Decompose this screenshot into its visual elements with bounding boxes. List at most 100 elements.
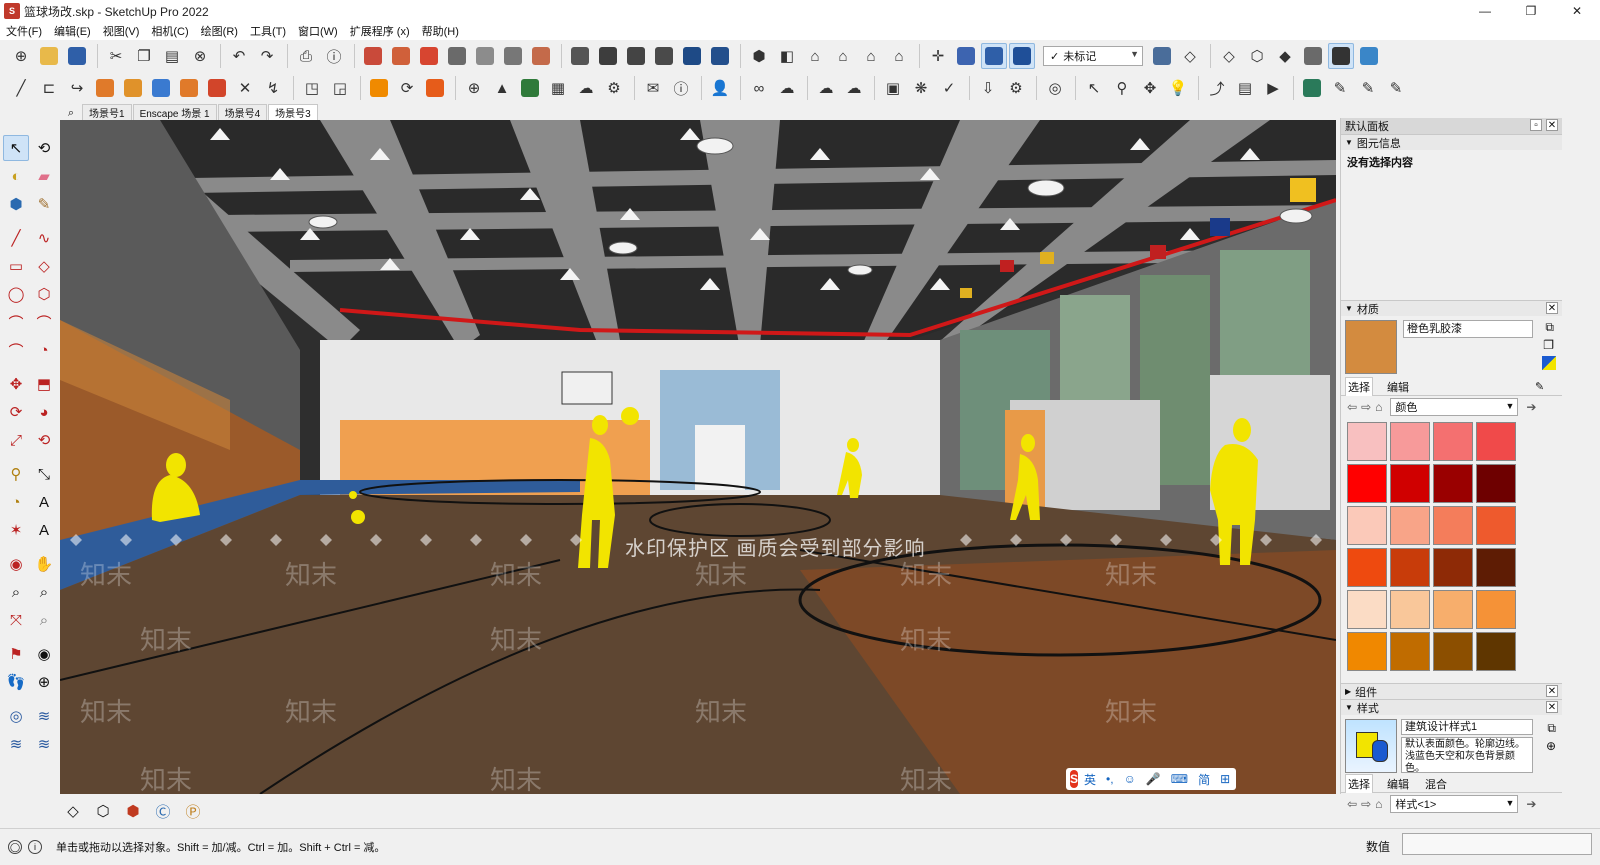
arc-2pt-icon[interactable]: ⌒ xyxy=(31,309,57,335)
material-swatch[interactable] xyxy=(1433,590,1473,629)
download-icon[interactable]: ⇩ xyxy=(975,75,1001,101)
enscape-start-icon[interactable] xyxy=(366,75,392,101)
plugin-h-icon[interactable]: ◳ xyxy=(299,75,325,101)
cloud-upload-icon[interactable]: ☁ xyxy=(841,75,867,101)
home-icon[interactable]: ⌂ xyxy=(1375,797,1382,811)
scene-tab-4[interactable]: 场景号4 xyxy=(217,104,268,120)
sandbox-d-icon[interactable]: ≋ xyxy=(31,731,57,757)
enscape-view-icon[interactable] xyxy=(422,75,448,101)
checker-icon[interactable]: ▦ xyxy=(545,75,571,101)
axes-icon[interactable]: ✛ xyxy=(925,43,951,69)
print-icon[interactable]: ⎙ xyxy=(293,43,319,69)
material-swatch[interactable] xyxy=(1433,422,1473,461)
iso-view-icon[interactable]: ⬢ xyxy=(746,43,772,69)
default-material-icon[interactable] xyxy=(1542,356,1556,370)
cloud-sync-icon[interactable]: ☁ xyxy=(813,75,839,101)
tag-tool-icon[interactable]: ✎ xyxy=(31,191,57,217)
menu-camera[interactable]: 相机(C) xyxy=(151,23,188,39)
create-material-icon[interactable]: ❐ xyxy=(1543,338,1554,352)
plugin-d-icon[interactable] xyxy=(176,75,202,101)
previous-view-icon[interactable]: ⌕ xyxy=(31,607,57,633)
plugin-a-icon[interactable] xyxy=(92,75,118,101)
details-arrow-icon[interactable]: ➔ xyxy=(1526,400,1536,414)
close-icon[interactable]: ✕ xyxy=(1546,302,1558,314)
material-swatch[interactable] xyxy=(1390,590,1430,629)
circle-icon[interactable]: ◯ xyxy=(3,281,29,307)
close-button[interactable]: ✕ xyxy=(1554,0,1600,22)
material-swatch[interactable] xyxy=(1476,422,1516,461)
section-cut-icon[interactable] xyxy=(472,43,498,69)
style-4-icon[interactable]: ⬡ xyxy=(1244,43,1270,69)
menu-view[interactable]: 视图(V) xyxy=(103,23,140,39)
offset-icon[interactable]: ⟲ xyxy=(31,427,57,453)
left-view-icon[interactable]: ⌂ xyxy=(886,43,912,69)
c-plugin-icon[interactable]: Ⓒ xyxy=(150,798,176,824)
line-icon[interactable]: ╱ xyxy=(3,225,29,251)
close-icon[interactable]: ✕ xyxy=(1546,119,1558,131)
back-arrow-icon[interactable]: ⇦ xyxy=(1347,797,1357,811)
plugin-e-icon[interactable] xyxy=(204,75,230,101)
menu-window[interactable]: 窗口(W) xyxy=(298,23,338,39)
sample-paint-icon[interactable]: ✎ xyxy=(1533,379,1546,394)
section-fill-icon[interactable] xyxy=(500,43,526,69)
orbit-icon[interactable]: ◉ xyxy=(3,551,29,577)
hidden-line-icon[interactable] xyxy=(679,43,705,69)
back-edges-icon[interactable] xyxy=(623,43,649,69)
gear-icon[interactable]: ⚙ xyxy=(1003,75,1029,101)
home-icon[interactable]: ⌂ xyxy=(1375,400,1382,414)
material-swatch[interactable] xyxy=(1476,506,1516,545)
material-swatch[interactable] xyxy=(1390,506,1430,545)
model-info-icon[interactable]: ⓘ xyxy=(321,43,347,69)
cloud-icon[interactable]: ☁ xyxy=(774,75,800,101)
material-swatch[interactable] xyxy=(1476,548,1516,587)
style-thumbnail[interactable] xyxy=(1345,719,1397,773)
fog-icon[interactable] xyxy=(1009,43,1035,69)
paint-bucket-icon[interactable]: ◐ xyxy=(3,163,29,189)
close-icon[interactable]: ✕ xyxy=(1546,685,1558,697)
menu-edit[interactable]: 编辑(E) xyxy=(54,23,91,39)
pipe-icon[interactable]: ⚲ xyxy=(1109,75,1135,101)
erase-icon[interactable]: ⊗ xyxy=(187,43,213,69)
light-icon[interactable]: 💡 xyxy=(1165,75,1191,101)
ime-apps-icon[interactable]: ⊞ xyxy=(1220,772,1230,786)
follow-me-icon[interactable]: ↪ xyxy=(64,75,90,101)
guides-icon[interactable] xyxy=(953,43,979,69)
chrome-icon[interactable]: ◎ xyxy=(1042,75,1068,101)
scene-tab-3[interactable]: 场景号3 xyxy=(268,104,318,120)
ime-voice-icon[interactable]: 🎤 xyxy=(1146,772,1161,786)
pie-icon[interactable]: ◔ xyxy=(31,337,57,363)
tool-c-icon[interactable]: ▶ xyxy=(1260,75,1286,101)
new-file-icon[interactable]: ⊕ xyxy=(8,43,34,69)
pan-icon[interactable]: ✋ xyxy=(31,551,57,577)
styles-select-tab[interactable]: 选择 xyxy=(1345,774,1373,793)
material-swatch[interactable] xyxy=(1476,590,1516,629)
undo-icon[interactable]: ↶ xyxy=(226,43,252,69)
details-arrow-icon[interactable]: ➔ xyxy=(1526,797,1536,811)
move-icon[interactable]: ✥ xyxy=(1137,75,1163,101)
style-7-icon[interactable] xyxy=(1328,43,1354,69)
info-icon[interactable]: i xyxy=(28,840,42,854)
materials-select-tab[interactable]: 选择 xyxy=(1345,377,1373,396)
zoom-window-icon[interactable]: ⌕ xyxy=(31,579,57,605)
update-style-icon[interactable]: ⧉ xyxy=(1547,721,1556,736)
push-pull-icon[interactable]: ⬒ xyxy=(31,371,57,397)
enscape-sync-icon[interactable]: ⟳ xyxy=(394,75,420,101)
mail-icon[interactable]: ✉ xyxy=(640,75,666,101)
tool-f-icon[interactable]: ✎ xyxy=(1355,75,1381,101)
styles-library-select[interactable]: 样式<1> ▼ xyxy=(1390,795,1519,813)
arc-icon[interactable]: ⌒ xyxy=(3,309,29,335)
back-arrow-icon[interactable]: ⇦ xyxy=(1347,400,1357,414)
look-around-icon[interactable]: ◉ xyxy=(31,641,57,667)
material-swatch[interactable] xyxy=(1433,506,1473,545)
material-preview[interactable] xyxy=(1345,320,1397,374)
material-swatch[interactable] xyxy=(1347,506,1387,545)
tool-g-icon[interactable]: ✎ xyxy=(1383,75,1409,101)
material-swatch[interactable] xyxy=(1390,632,1430,671)
display-material-icon[interactable]: ⧉ xyxy=(1545,320,1554,335)
style-5-icon[interactable]: ◆ xyxy=(1272,43,1298,69)
front-view-icon[interactable]: ⌂ xyxy=(802,43,828,69)
cut-icon[interactable]: ✂ xyxy=(103,43,129,69)
rectangle-icon[interactable]: ▭ xyxy=(3,253,29,279)
zoom-icon[interactable]: ⌕ xyxy=(3,579,29,605)
material-swatch[interactable] xyxy=(1476,632,1516,671)
